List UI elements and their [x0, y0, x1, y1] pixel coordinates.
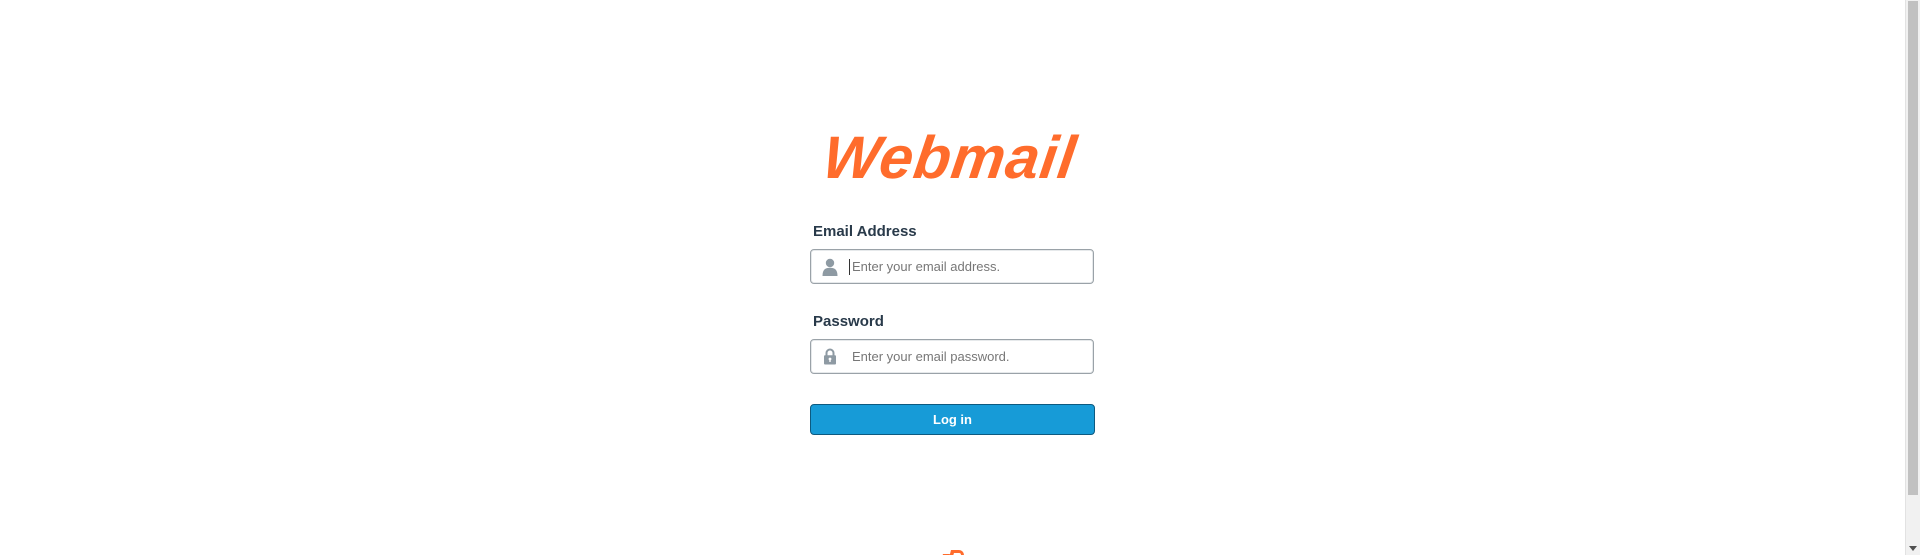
email-label: Email Address [813, 223, 917, 240]
logo-text: Webmail [819, 128, 1081, 188]
scroll-down-arrow-icon[interactable] [1909, 546, 1917, 551]
email-input[interactable] [849, 258, 1082, 275]
scrollbar-thumb[interactable] [1908, 1, 1918, 495]
login-page: Webmail Email Address Password [0, 0, 1920, 555]
password-input-group [810, 339, 1094, 374]
password-label: Password [813, 313, 884, 330]
webmail-logo: Webmail [800, 128, 1110, 188]
lock-icon [811, 340, 849, 373]
vertical-scrollbar[interactable] [1905, 0, 1920, 555]
user-icon [811, 250, 849, 283]
cpanel-logo-icon [940, 548, 970, 555]
login-button[interactable]: Log in [810, 404, 1095, 435]
password-input[interactable] [849, 341, 1082, 372]
webmail-logo-icon: Webmail [819, 128, 1081, 188]
email-input-group [810, 249, 1094, 284]
